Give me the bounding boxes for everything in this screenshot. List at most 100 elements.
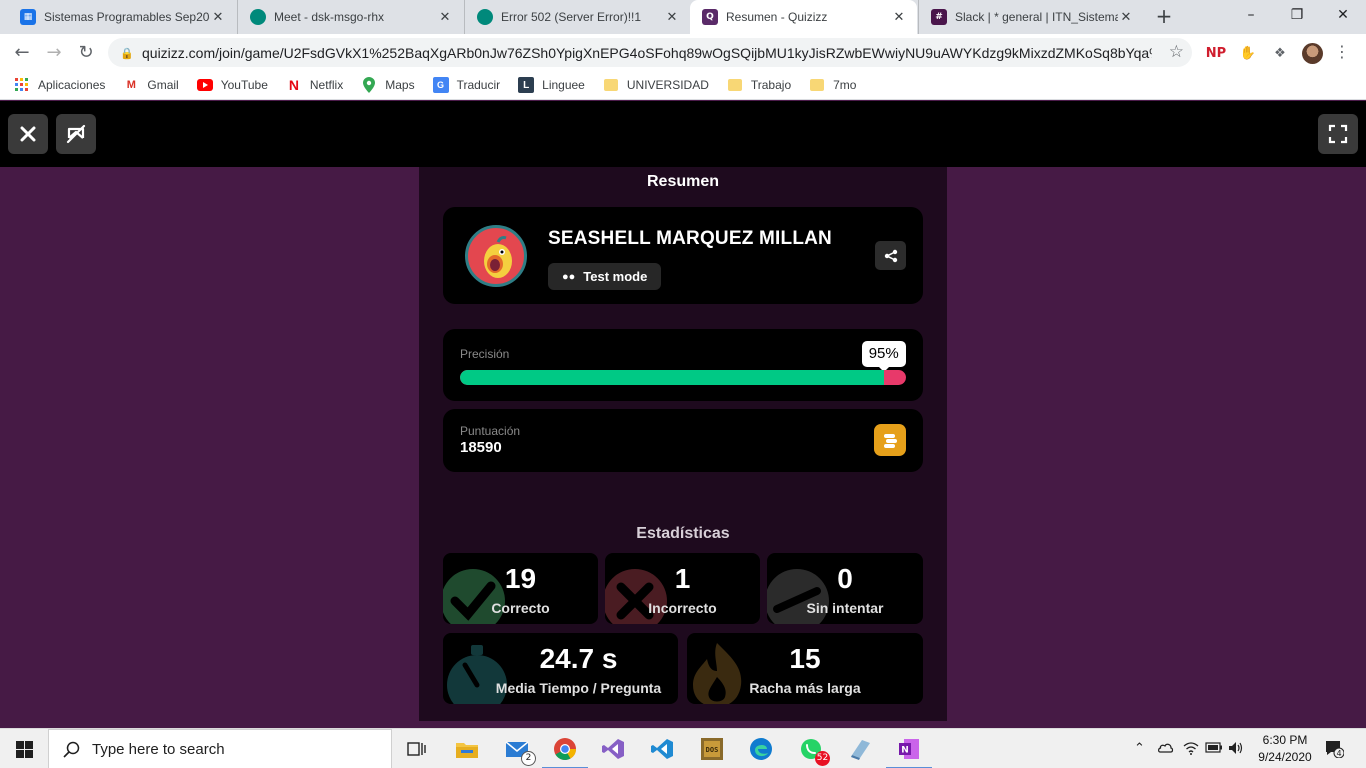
game-header-bar <box>0 101 1366 167</box>
bookmark-label: UNIVERSIDAD <box>626 78 709 92</box>
show-hidden-icons-icon[interactable]: ⌃ <box>1134 741 1145 756</box>
streak-label: Racha más larga <box>749 680 861 696</box>
clock-date: 9/24/2020 <box>1258 750 1312 764</box>
apps-grid-icon <box>14 77 30 93</box>
file-explorer-icon[interactable] <box>452 734 482 764</box>
dosbox-icon[interactable]: DOS <box>697 734 727 764</box>
onenote-icon[interactable]: N <box>886 734 932 768</box>
close-tab-icon[interactable]: ✕ <box>891 10 907 25</box>
stats-title: Estadísticas <box>636 525 730 542</box>
streak-value: 15 <box>789 643 821 674</box>
forward-button[interactable]: → <box>40 39 68 67</box>
whatsapp-icon[interactable]: 52 <box>796 734 830 766</box>
avg-time-value: 24.7 s <box>539 643 618 674</box>
restore-button[interactable]: ❐ <box>1274 0 1320 30</box>
close-tab-icon[interactable]: ✕ <box>664 10 680 25</box>
netflix-icon: N <box>288 77 299 93</box>
search-placeholder: Type here to search <box>92 740 225 758</box>
accuracy-bar <box>460 370 906 385</box>
browser-tab-error[interactable]: Error 502 (Server Error)!!1 ✕ <box>464 0 690 34</box>
bookmark-folder-7mo[interactable]: 7mo <box>809 77 856 93</box>
wifi-icon[interactable] <box>1183 741 1199 759</box>
youtube-icon <box>196 77 213 93</box>
mail-icon[interactable]: 2 <box>502 734 536 766</box>
chrome-icon[interactable] <box>542 734 588 768</box>
task-view-icon[interactable] <box>401 734 431 764</box>
share-button[interactable] <box>875 241 906 270</box>
action-center-icon[interactable]: 4 <box>1324 738 1345 762</box>
accuracy-tooltip: 95% <box>861 341 906 372</box>
minimize-button[interactable]: – <box>1228 0 1274 30</box>
bookmark-youtube[interactable]: YouTube <box>196 77 268 93</box>
close-tab-icon[interactable]: ✕ <box>1118 10 1134 25</box>
fullscreen-button[interactable] <box>1318 114 1358 154</box>
edge-icon[interactable] <box>746 734 776 764</box>
correct-count: 19 <box>504 563 537 594</box>
bookmark-label: Aplicaciones <box>38 78 106 92</box>
share-icon <box>884 249 897 262</box>
incorrect-count: 1 <box>674 563 691 594</box>
score-card: Puntuación 18590 <box>443 409 923 472</box>
test-mode-badge: ●● Test mode <box>548 263 662 290</box>
incorrect-label: Incorrecto <box>648 600 717 616</box>
close-tab-icon[interactable]: ✕ <box>437 10 453 25</box>
clock-time: 6:30 PM <box>1262 733 1308 747</box>
summary-title: Resumen <box>646 173 720 190</box>
np-extension-icon[interactable]: NP <box>1205 43 1227 63</box>
maps-icon <box>361 77 377 93</box>
folder-icon <box>603 77 619 93</box>
bookmark-linguee[interactable]: L Linguee <box>518 77 585 93</box>
new-tab-button[interactable]: + <box>1150 4 1178 30</box>
bookmark-folder-trabajo[interactable]: Trabajo <box>727 77 791 93</box>
bookmark-star-icon[interactable]: ☆ <box>1169 42 1184 62</box>
unattempted-count: 0 <box>837 563 853 594</box>
close-tab-icon[interactable]: ✕ <box>210 10 226 25</box>
summary-panel: Resumen SEASHELL MARQUEZ MILLAN ●● Test … <box>419 167 947 721</box>
taskbar-clock[interactable]: 6:30 PM 9/24/2020 <box>1250 732 1320 766</box>
battery-icon[interactable] <box>1205 741 1223 757</box>
bookmark-aplicaciones[interactable]: Aplicaciones <box>14 77 105 93</box>
notepad-icon[interactable] <box>845 734 875 764</box>
close-game-button[interactable] <box>8 114 48 154</box>
stat-incorrect: 1 Incorrecto <box>605 553 760 624</box>
tab-title: Meet - dsk-msgo-rhx <box>274 10 385 24</box>
profile-avatar[interactable] <box>1302 43 1323 64</box>
fullscreen-icon <box>1328 124 1348 144</box>
chrome-menu-icon[interactable]: ⋮ <box>1332 40 1352 64</box>
close-icon <box>20 126 36 142</box>
bookmark-traducir[interactable]: G Traducir <box>432 77 500 93</box>
accuracy-bar-fill <box>460 370 884 385</box>
player-name: SEASHELL MARQUEZ MILLAN <box>548 228 832 249</box>
bookmark-label: Linguee <box>542 78 585 92</box>
bookmark-netflix[interactable]: N Netflix <box>286 77 343 93</box>
bookmark-maps[interactable]: Maps <box>361 77 415 93</box>
accuracy-card: Precisión 95% <box>443 329 923 401</box>
close-window-button[interactable]: ✕ <box>1320 0 1366 30</box>
onedrive-icon[interactable] <box>1156 741 1174 757</box>
browser-tab-quizizz[interactable]: Q Resumen - Quizizz ✕ <box>690 0 917 34</box>
taskbar-search-box[interactable]: Type here to search <box>48 729 392 768</box>
browser-tab-slack[interactable]: # Slack | * general | ITN_Sistemas ✕ <box>918 0 1144 34</box>
volume-icon[interactable] <box>1228 741 1244 759</box>
users-icon: ●● <box>562 270 576 283</box>
windows-logo-icon <box>15 740 33 758</box>
visual-studio-icon[interactable] <box>598 734 628 764</box>
mail-badge: 2 <box>521 751 536 766</box>
thumbs-up-extension-icon[interactable]: ✋ <box>1238 43 1258 63</box>
bookmark-folder-universidad[interactable]: UNIVERSIDAD <box>603 77 709 93</box>
browser-tab-classroom[interactable]: ▦ Sistemas Programables Sep20- ✕ <box>8 0 236 34</box>
quizizz-icon: Q <box>702 9 718 25</box>
vscode-icon[interactable] <box>647 734 677 764</box>
extensions-puzzle-icon[interactable]: ❖ <box>1270 43 1290 63</box>
start-button[interactable] <box>0 729 48 768</box>
toggle-theme-button[interactable] <box>56 114 96 154</box>
meet-icon <box>250 9 266 25</box>
avg-time-label: Media Tiempo / Pregunta <box>495 680 662 696</box>
bookmark-gmail[interactable]: M Gmail <box>123 77 179 93</box>
reload-button[interactable]: ↻ <box>72 39 100 67</box>
address-bar[interactable]: 🔒 quizizz.com/join/game/U2FsdGVkX1%252Ba… <box>108 38 1192 67</box>
back-button[interactable]: ← <box>8 39 36 67</box>
notification-count: 4 <box>1336 749 1341 758</box>
stat-correct: 19 Correcto <box>443 553 598 624</box>
browser-tab-meet[interactable]: Meet - dsk-msgo-rhx ✕ <box>237 0 463 34</box>
